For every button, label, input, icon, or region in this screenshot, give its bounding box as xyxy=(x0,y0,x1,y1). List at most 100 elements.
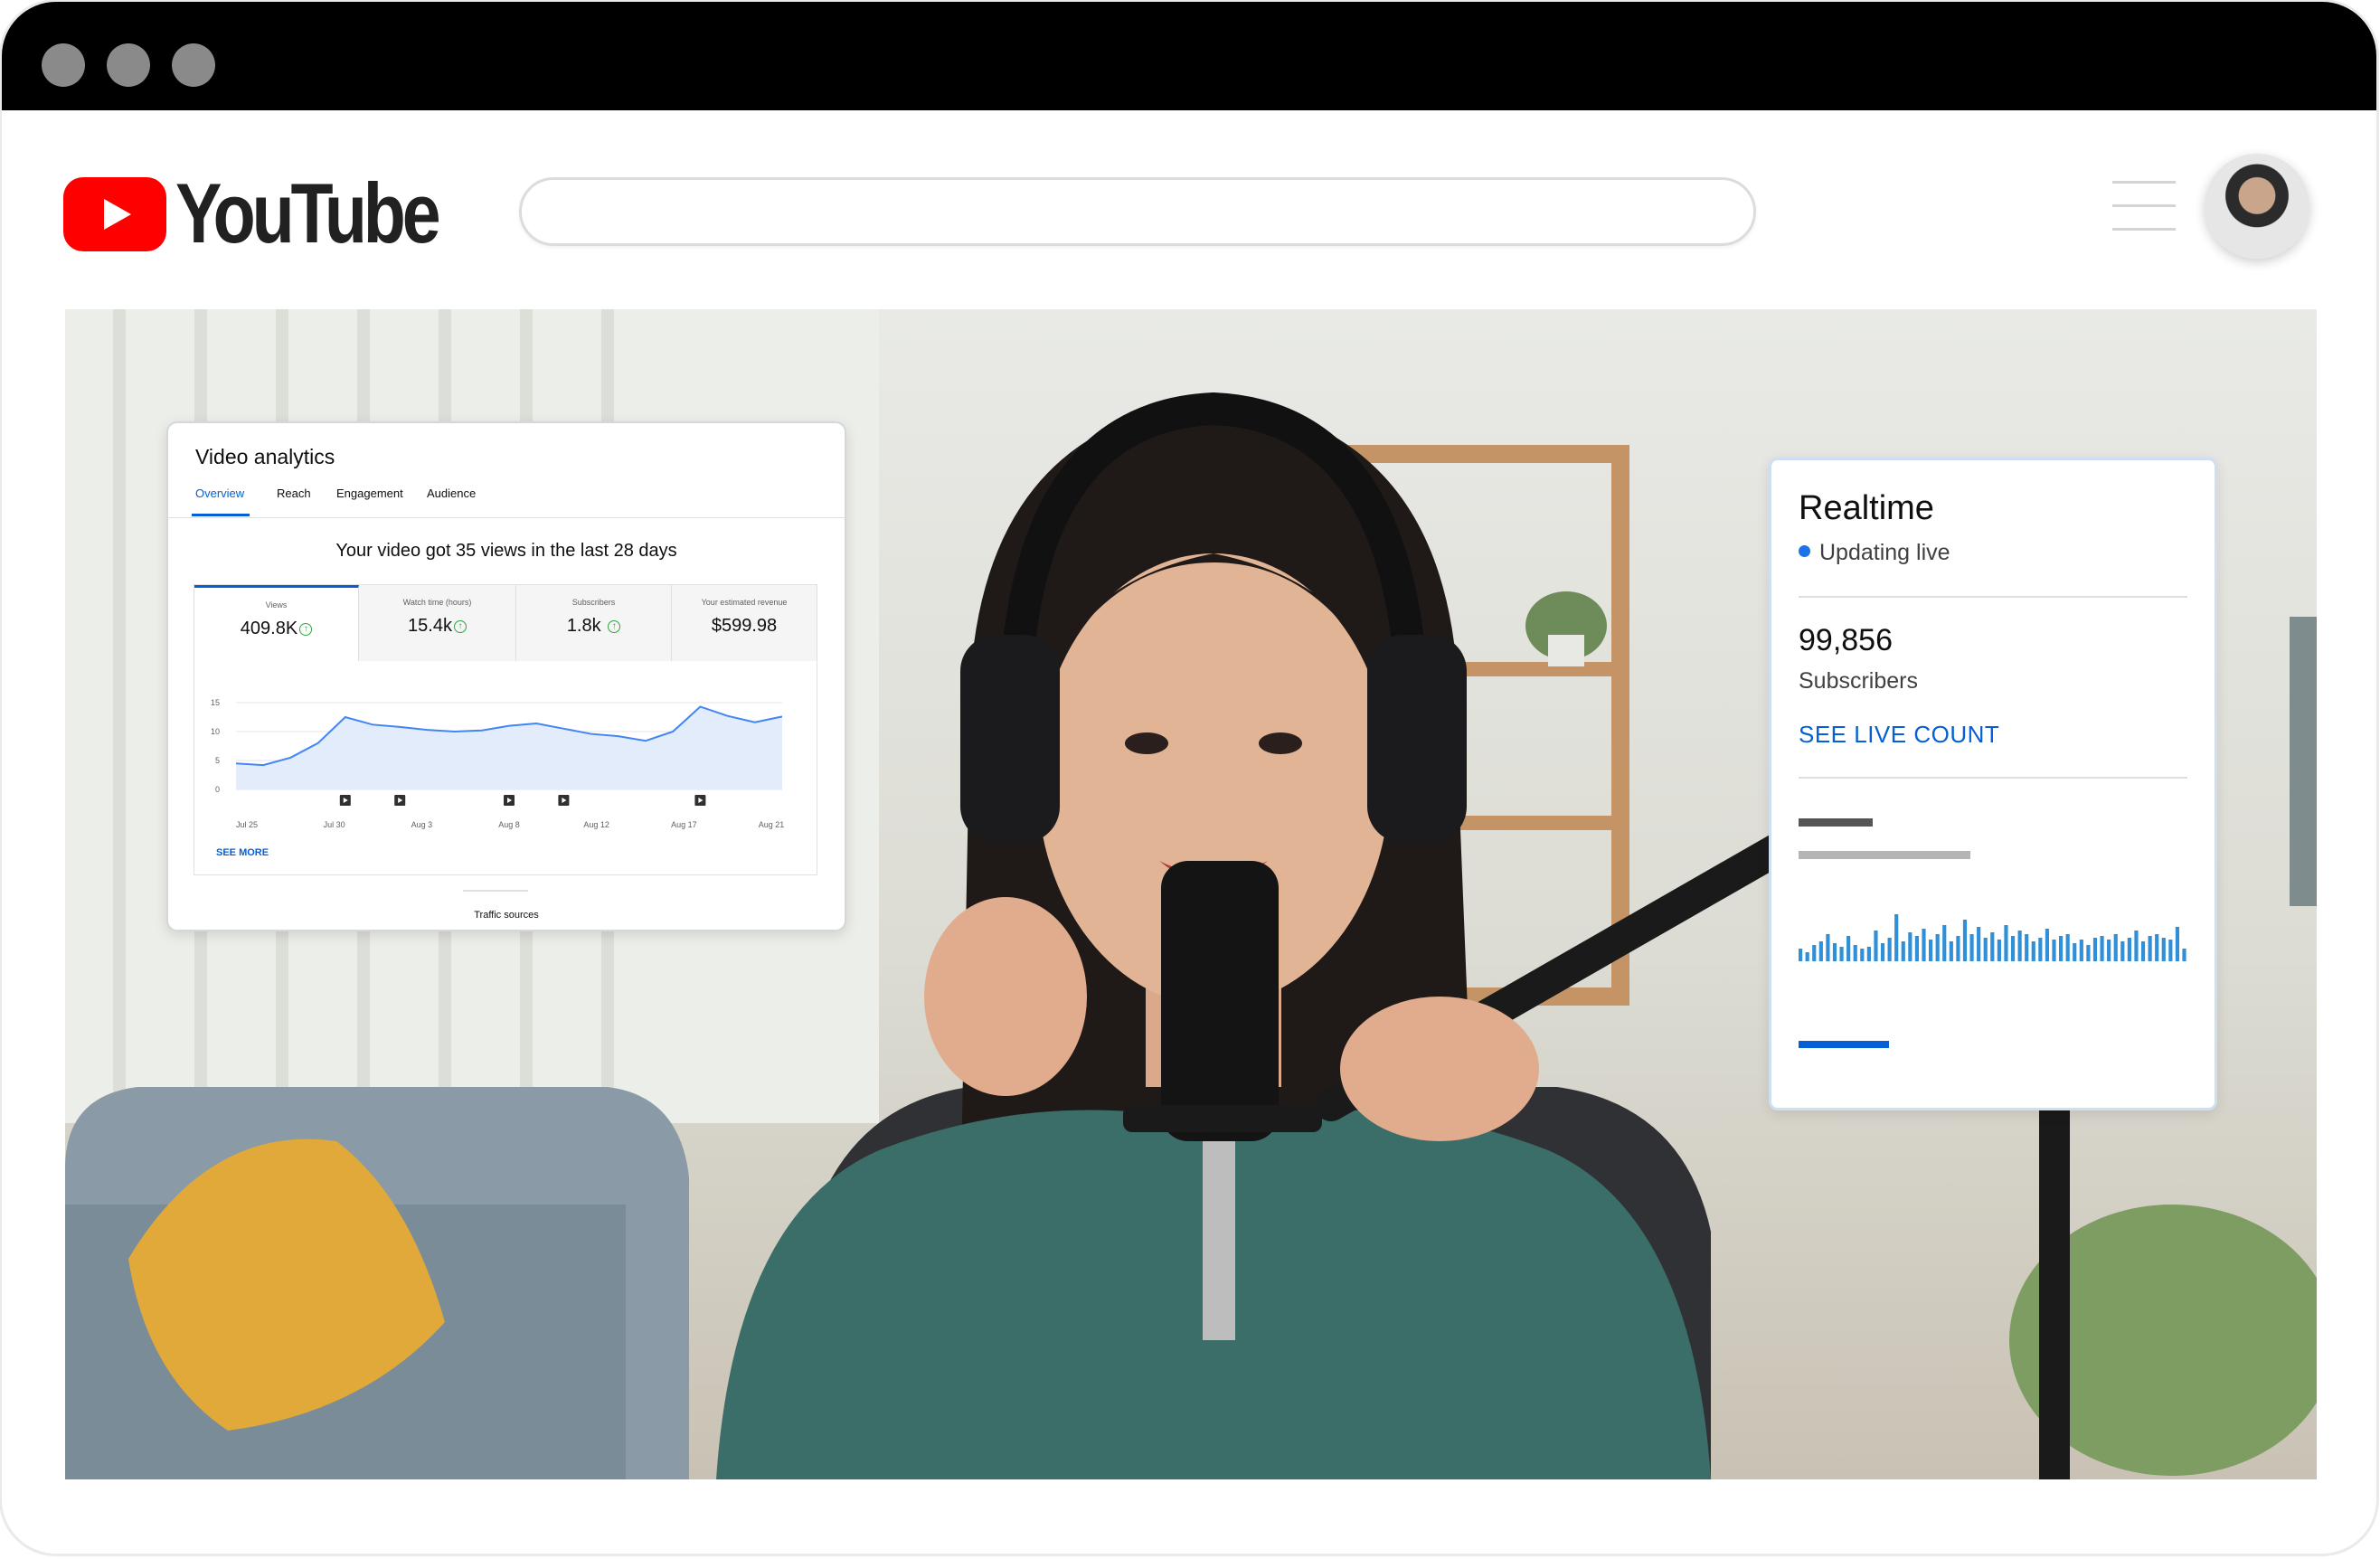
sparkline-bar xyxy=(2004,925,2008,961)
metric-value: $599.98 xyxy=(711,616,778,636)
tab-overview[interactable]: Overview xyxy=(195,487,244,500)
see-more-link[interactable]: SEE MORE xyxy=(216,847,269,858)
realtime-title: Realtime xyxy=(1799,489,1934,527)
sparkline-bar xyxy=(2175,927,2180,961)
sparkline-bar xyxy=(2100,936,2104,961)
analytics-title: Video analytics xyxy=(195,445,335,468)
x-tick-label: Aug 12 xyxy=(583,820,609,829)
sparkline-bar xyxy=(1832,943,1837,961)
sparkline-bar xyxy=(1983,938,1988,961)
sparkline-bar xyxy=(1839,947,1844,961)
metric-value: 1.8k ↑ xyxy=(516,616,671,637)
y-tick-label: 15 xyxy=(211,698,220,707)
sparkline-bar xyxy=(2059,936,2064,961)
metric-label: Watch time (hours) xyxy=(402,598,472,607)
sparkline-bar xyxy=(1914,936,1920,961)
x-tick-label: Aug 21 xyxy=(759,820,785,829)
sparkline-bar xyxy=(1942,925,1947,961)
menu-icon[interactable] xyxy=(2112,181,2176,231)
area-fill xyxy=(236,706,782,789)
metric-watch-time[interactable]: Watch time (hours) 15.4k ↑ xyxy=(359,585,516,661)
sparkline-bar xyxy=(2155,934,2159,961)
sparkline-bar xyxy=(1935,934,1940,961)
sparkline-bar xyxy=(2120,941,2125,961)
sparkline-bar xyxy=(2148,936,2152,961)
divider xyxy=(1799,596,2187,598)
divider xyxy=(168,517,845,518)
sparkline-bar xyxy=(2073,943,2077,961)
sparkline-bar xyxy=(1894,914,1899,961)
live-status: Updating live xyxy=(1799,540,1950,566)
analytics-headline: Your video got 35 views in the last 28 d… xyxy=(335,541,677,561)
sparkline-bar xyxy=(2052,940,2056,961)
analytics-panel: Views 409.8K ↑ Watch time (hours) 15.4k ↑ … xyxy=(194,584,817,875)
x-tick-label: Jul 25 xyxy=(236,820,258,829)
sparkline-bar xyxy=(1929,940,1933,961)
sparkline-bar xyxy=(1866,947,1871,961)
metric-label: Views xyxy=(265,600,288,609)
realtime-sparkline xyxy=(1799,914,2186,961)
sparkline-bar xyxy=(2010,936,2016,961)
video-analytics-card: Video analytics Overview Reach Engagemen… xyxy=(166,421,846,931)
search-input[interactable] xyxy=(519,177,1756,246)
progress-indicator xyxy=(1799,1041,1889,1048)
subscriber-count: 99,856 xyxy=(1799,623,1893,657)
metric-value: 409.8K ↑ xyxy=(194,619,358,639)
window-minimize-button[interactable] xyxy=(107,43,150,87)
metric-value: 15.4k ↑ xyxy=(359,616,515,637)
sparkline-bar xyxy=(1969,934,1974,961)
divider xyxy=(1799,777,2187,779)
window-maximize-button[interactable] xyxy=(172,43,215,87)
tab-reach[interactable]: Reach xyxy=(277,487,311,500)
browser-window: YouTube Video analytics Overview Reach E… xyxy=(2,2,2376,1554)
traffic-sources-label: Traffic sources xyxy=(474,910,539,921)
sparkline-bar xyxy=(1956,936,1960,961)
sparkline-bar xyxy=(1962,920,1968,961)
sparkline-bar xyxy=(1812,945,1817,961)
active-tab-indicator xyxy=(192,514,250,516)
sparkline-bar xyxy=(1860,949,1865,961)
sparkline-bar xyxy=(2127,938,2131,961)
sparkline-bar xyxy=(2092,938,2098,961)
sparkline-bar xyxy=(1853,945,1857,961)
sparkline-bar xyxy=(1846,936,1851,961)
tab-engagement[interactable]: Engagement xyxy=(336,487,403,500)
sparkline-bar xyxy=(2038,938,2043,961)
sparkline-bar xyxy=(1880,943,1885,961)
metric-revenue[interactable]: Your estimated revenue $599.98 xyxy=(672,585,817,661)
y-tick-label: 0 xyxy=(215,785,220,794)
sparkline-bar xyxy=(1977,927,1981,961)
sparkline-bar xyxy=(2134,931,2139,961)
sparkline-bar xyxy=(1997,940,2001,961)
sparkline-bar xyxy=(2031,941,2035,961)
trend-up-icon: ↑ xyxy=(608,619,621,633)
sparkline-bar xyxy=(1908,932,1912,961)
sparkline-bar xyxy=(1818,941,1823,961)
sparkline-bar xyxy=(1949,941,1953,961)
sparkline-bar xyxy=(2079,940,2083,961)
sparkline-bar xyxy=(1799,949,1803,961)
metric-views[interactable]: Views 409.8K ↑ xyxy=(194,585,359,661)
placeholder-bar xyxy=(1799,851,1970,859)
avatar[interactable] xyxy=(2205,154,2309,259)
views-chart: 0 5 10 15 Jul 25 Jul 30 Aug 3 Aug 8 Aug 12 Aug 17… xyxy=(211,698,785,829)
window-close-button[interactable] xyxy=(42,43,85,87)
sparkline-bar xyxy=(2182,949,2186,961)
live-dot-icon xyxy=(1799,544,1810,557)
see-live-count-link[interactable]: SEE LIVE COUNT xyxy=(1799,721,1999,749)
x-tick-label: Aug 3 xyxy=(411,820,433,829)
sparkline-bar xyxy=(1901,941,1905,961)
metric-label: Your estimated revenue xyxy=(701,598,788,607)
sparkline-bar xyxy=(2045,929,2050,961)
sparkline-bar xyxy=(2065,934,2070,961)
tab-audience[interactable]: Audience xyxy=(427,487,476,500)
sparkline-bar xyxy=(1887,938,1892,961)
metric-subscribers[interactable]: Subscribers 1.8k ↑ xyxy=(516,585,672,661)
sparkline-bar xyxy=(1922,929,1926,961)
sparkline-bar xyxy=(2168,940,2173,961)
x-tick-label: Aug 8 xyxy=(498,820,520,829)
youtube-logo[interactable]: YouTube xyxy=(63,168,441,259)
title-bar xyxy=(2,2,2376,110)
trend-up-icon: ↑ xyxy=(453,619,467,633)
sparkline-bar xyxy=(2025,934,2029,961)
